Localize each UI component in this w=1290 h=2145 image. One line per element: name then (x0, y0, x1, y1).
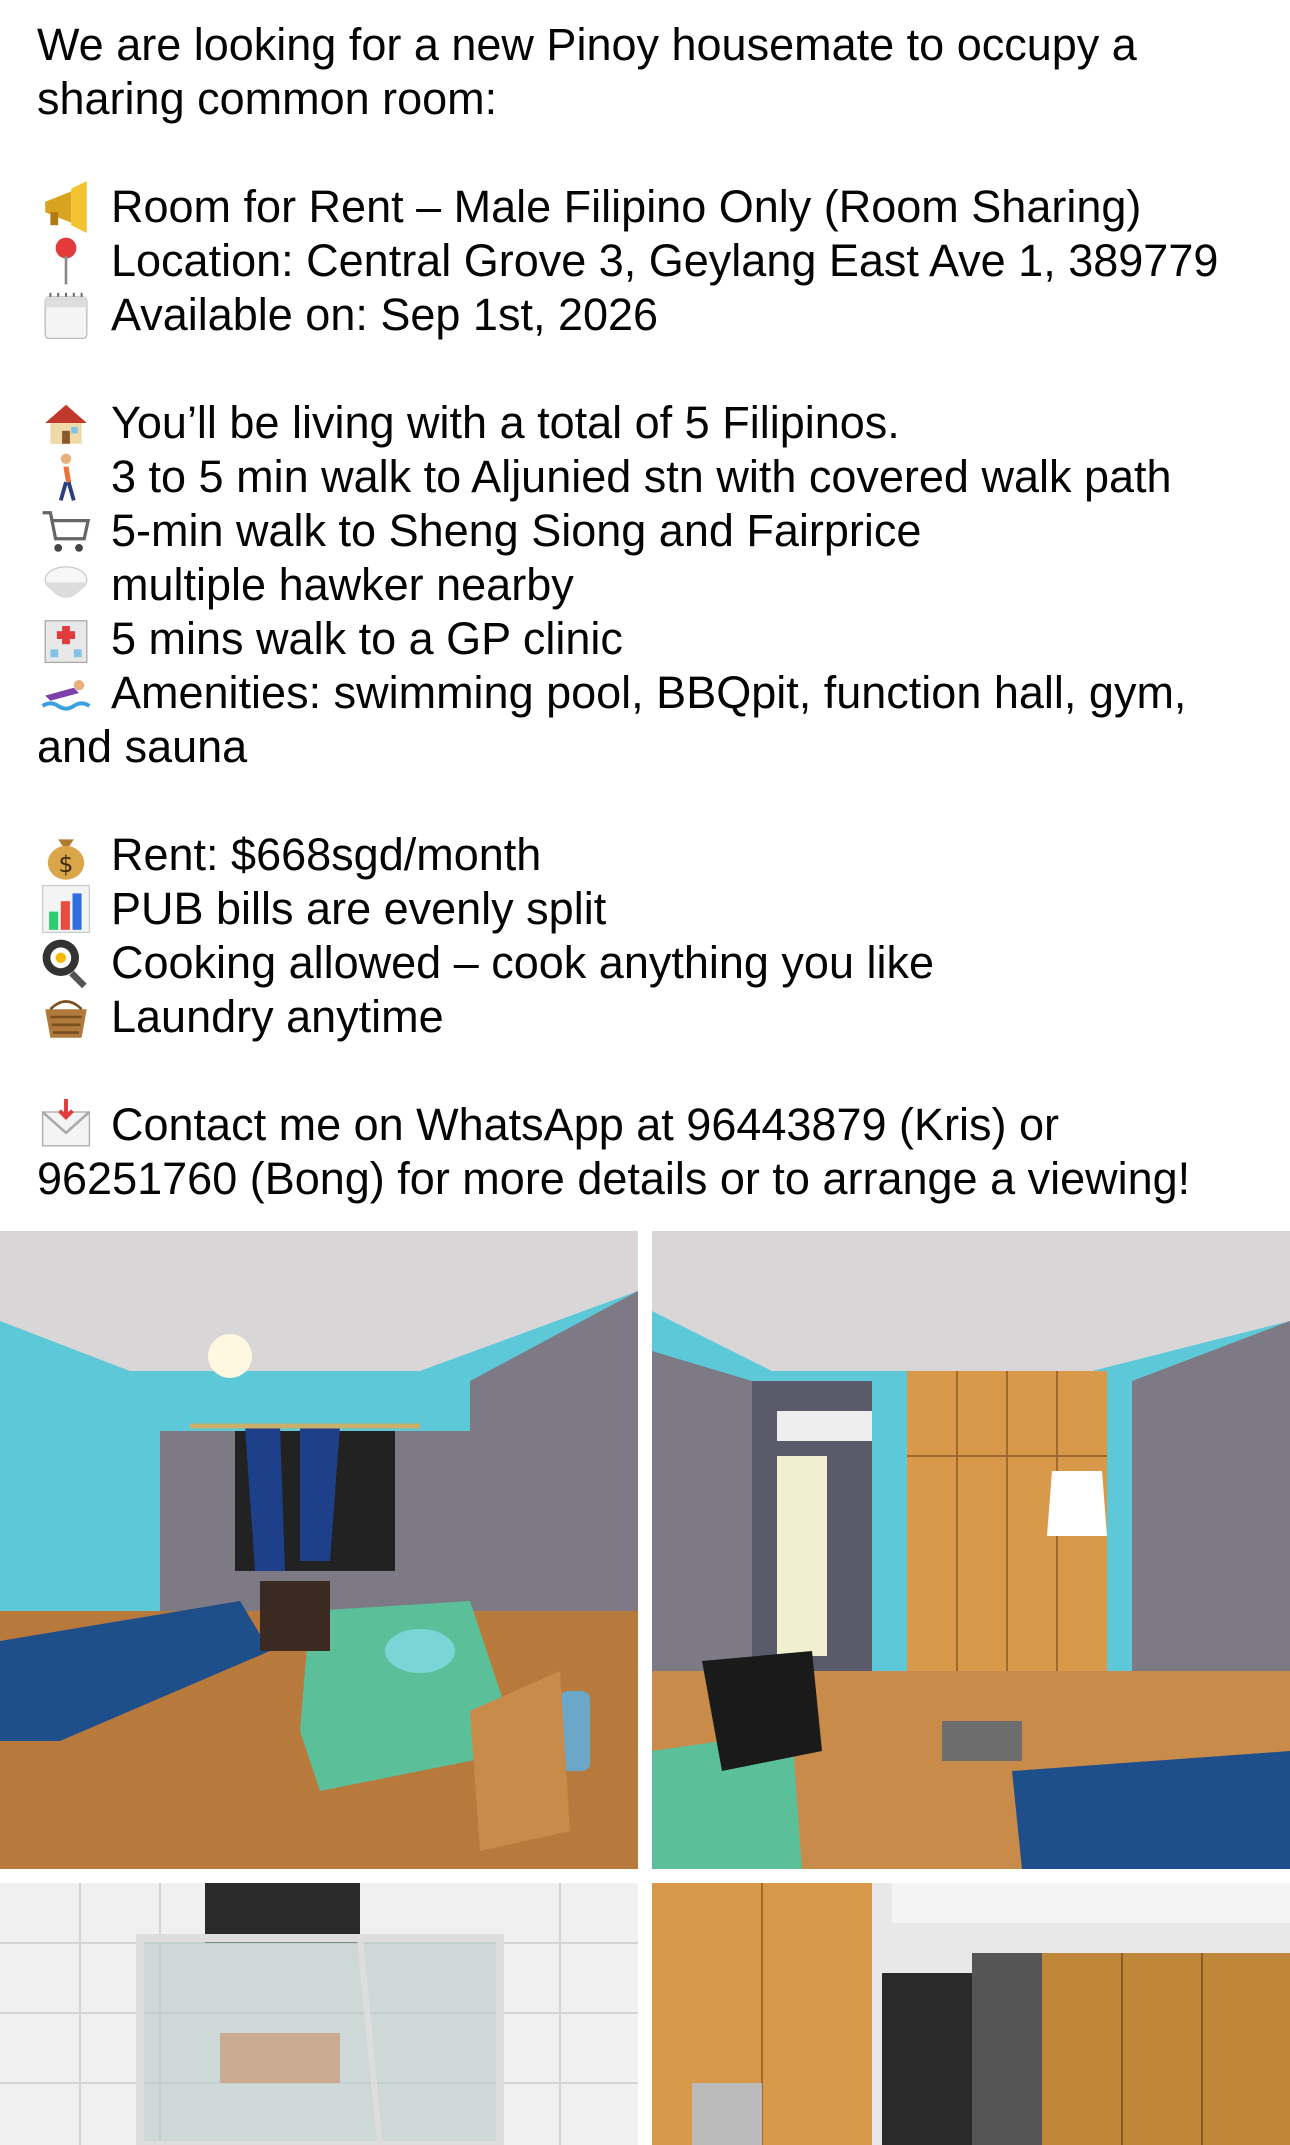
listing-line-title: Room for Rent – Male Filipino Only (Room… (37, 180, 1267, 234)
post-intro: We are looking for a new Pinoy housemate… (37, 18, 1267, 126)
calendar-icon (37, 288, 95, 342)
contact-text: Contact me on WhatsApp at 96443879 (Kris… (37, 1099, 1191, 1204)
bar-chart-icon (37, 882, 95, 936)
walking-person-icon (37, 450, 95, 504)
feature-line-amenities: Amenities: swimming pool, BBQpit, functi… (37, 666, 1267, 774)
housemates-text: You’ll be living with a total of 5 Filip… (111, 397, 900, 448)
frying-pan-icon (37, 936, 95, 990)
megaphone-icon (37, 180, 95, 234)
listing-line-available: Available on: Sep 1st, 2026 (37, 288, 1267, 342)
bathroom-photo[interactable] (0, 1883, 638, 2145)
cost-line-bills: PUB bills are evenly split (37, 882, 1267, 936)
bedroom-photo-wardrobe[interactable] (652, 1231, 1290, 1869)
contact-line: Contact me on WhatsApp at 96443879 (Kris… (37, 1098, 1267, 1206)
rent-text: Rent: $668sgd/month (111, 829, 542, 880)
intro-text: We are looking for a new Pinoy housemate… (37, 19, 1137, 124)
feature-line-mrt: 3 to 5 min walk to Aljunied stn with cov… (37, 450, 1267, 504)
feature-line-supermarket: 5-min walk to Sheng Siong and Fairprice (37, 504, 1267, 558)
swimmer-icon (37, 666, 95, 720)
envelope-icon (37, 1098, 95, 1152)
laundry-text: Laundry anytime (111, 991, 444, 1042)
supermarket-text: 5-min walk to Sheng Siong and Fairprice (111, 505, 922, 556)
bills-text: PUB bills are evenly split (111, 883, 607, 934)
svg-text:$: $ (59, 850, 74, 878)
bedroom-photo-window[interactable] (0, 1231, 638, 1869)
available-text: Available on: Sep 1st, 2026 (111, 289, 659, 340)
clinic-text: 5 mins walk to a GP clinic (111, 613, 623, 664)
cooking-text: Cooking allowed – cook anything you like (111, 937, 935, 988)
feature-line-hawker: multiple hawker nearby (37, 558, 1267, 612)
pin-icon (37, 234, 95, 288)
hospital-icon (37, 612, 95, 666)
kitchen-photo[interactable] (652, 1883, 1290, 2145)
feature-line-clinic: 5 mins walk to a GP clinic (37, 612, 1267, 666)
listing-line-location: Location: Central Grove 3, Geylang East … (37, 234, 1267, 288)
cost-line-cooking: Cooking allowed – cook anything you like (37, 936, 1267, 990)
hawker-text: multiple hawker nearby (111, 559, 574, 610)
money-bag-icon: $ (37, 828, 95, 882)
house-icon (37, 396, 95, 450)
rice-bowl-icon (37, 558, 95, 612)
cost-line-laundry: Laundry anytime (37, 990, 1267, 1044)
feature-line-housemates: You’ll be living with a total of 5 Filip… (37, 396, 1267, 450)
post-text: We are looking for a new Pinoy housemate… (37, 18, 1267, 1206)
cost-line-rent: $ Rent: $668sgd/month (37, 828, 1267, 882)
laundry-basket-icon (37, 990, 95, 1044)
mrt-text: 3 to 5 min walk to Aljunied stn with cov… (111, 451, 1172, 502)
amenities-text: Amenities: swimming pool, BBQpit, functi… (37, 667, 1187, 772)
location-text: Location: Central Grove 3, Geylang East … (111, 235, 1219, 286)
shopping-cart-icon (37, 504, 95, 558)
listing-title-text: Room for Rent – Male Filipino Only (Room… (111, 181, 1142, 232)
